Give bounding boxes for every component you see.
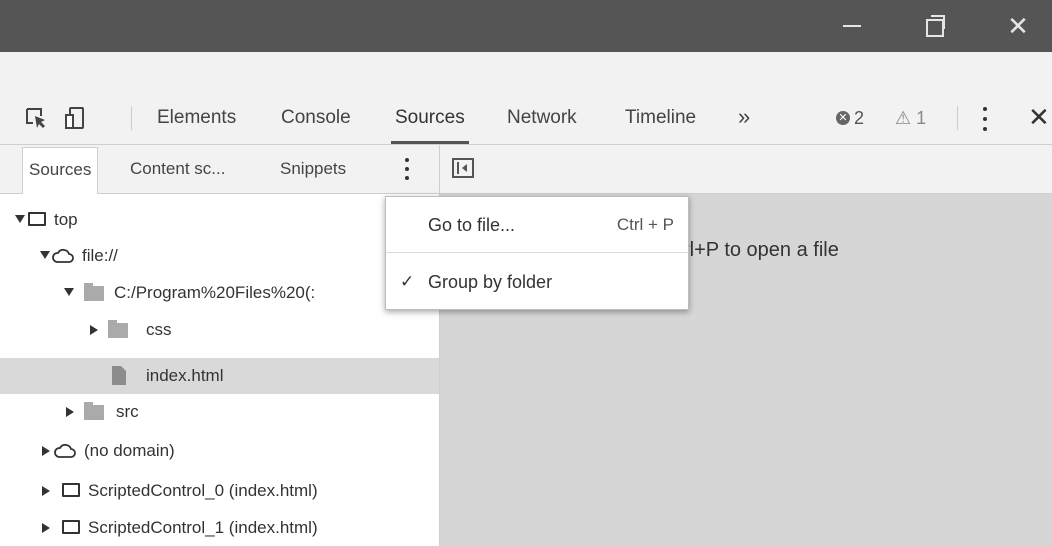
expand-right-icon[interactable] bbox=[42, 523, 50, 533]
open-file-hint: rl+P to open a file bbox=[683, 239, 839, 261]
tree-row-src-folder[interactable]: src bbox=[0, 394, 439, 430]
warning-counter[interactable]: ⚠ 1 bbox=[895, 92, 926, 144]
tree-row-label: ScriptedControl_0 (index.html) bbox=[88, 481, 318, 500]
devtools-tab-bar: Elements Console Sources Network Timelin… bbox=[0, 92, 1052, 145]
expand-right-icon[interactable] bbox=[42, 446, 50, 456]
minimize-icon bbox=[843, 25, 861, 27]
tree-row-program-files-folder[interactable]: C:/Program%20Files%20(: bbox=[0, 275, 439, 311]
tree-row-label: css bbox=[146, 320, 172, 339]
frame-icon bbox=[62, 483, 80, 497]
tree-row-file-origin[interactable]: file:// bbox=[0, 238, 439, 274]
tab-timeline[interactable]: Timeline bbox=[625, 92, 696, 144]
tree-row-label: file:// bbox=[82, 246, 118, 265]
frame-icon bbox=[62, 520, 80, 534]
subtab-snippets[interactable]: Snippets bbox=[280, 145, 346, 193]
tree-row-top[interactable]: top bbox=[0, 202, 439, 238]
toolbar-divider bbox=[131, 106, 132, 130]
restore-icon bbox=[926, 15, 945, 37]
toggle-navigator-icon[interactable] bbox=[452, 158, 474, 178]
tab-network[interactable]: Network bbox=[507, 92, 577, 144]
tree-row-label: (no domain) bbox=[84, 441, 175, 460]
tree-row-label: index.html bbox=[146, 366, 224, 385]
sources-navigator-tabs: Sources Content sc... Snippets bbox=[0, 145, 1052, 194]
devtools-menu-icon[interactable] bbox=[980, 104, 990, 134]
tree-row-no-domain[interactable]: (no domain) bbox=[0, 433, 439, 469]
warning-icon: ⚠ bbox=[895, 108, 912, 128]
folder-icon bbox=[84, 402, 104, 420]
tree-row-scriptedcontrol-0[interactable]: ScriptedControl_0 (index.html) bbox=[0, 473, 439, 509]
tree-row-scriptedcontrol-1[interactable]: ScriptedControl_1 (index.html) bbox=[0, 510, 439, 546]
cloud-icon bbox=[54, 443, 76, 458]
error-count: 2 bbox=[854, 108, 865, 128]
close-icon: ✕ bbox=[1007, 11, 1029, 41]
subtab-content-scripts[interactable]: Content sc... bbox=[130, 145, 225, 193]
tab-sources[interactable]: Sources bbox=[391, 92, 469, 144]
expand-right-icon[interactable] bbox=[42, 486, 50, 496]
window-title-bar: ✕ bbox=[0, 0, 1052, 52]
error-counter[interactable]: ✕ 2 bbox=[836, 92, 864, 144]
inspect-element-icon[interactable] bbox=[24, 106, 48, 130]
tree-row-label: C:/Program%20Files%20(: bbox=[114, 283, 316, 302]
expand-right-icon[interactable] bbox=[90, 325, 98, 335]
menu-item-go-to-file[interactable]: Go to file... Ctrl + P bbox=[386, 199, 688, 251]
cloud-icon bbox=[52, 248, 74, 263]
error-icon: ✕ bbox=[836, 111, 850, 125]
file-navigator: top file:// C:/Program%20Files%20(: css … bbox=[0, 194, 440, 546]
warning-count: 1 bbox=[916, 108, 927, 128]
tree-row-label: src bbox=[116, 402, 139, 421]
navigator-divider bbox=[439, 145, 440, 193]
folder-icon bbox=[108, 320, 128, 338]
tree-row-index-html[interactable]: index.html bbox=[0, 358, 439, 394]
expand-right-icon[interactable] bbox=[66, 407, 74, 417]
restore-button[interactable] bbox=[905, 0, 965, 52]
tab-elements[interactable]: Elements bbox=[157, 92, 236, 144]
window-close-button[interactable]: ✕ bbox=[988, 0, 1048, 52]
frame-icon bbox=[28, 212, 46, 226]
menu-item-shortcut: Ctrl + P bbox=[616, 215, 674, 234]
tree-row-css-folder[interactable]: css bbox=[0, 312, 439, 348]
tab-console[interactable]: Console bbox=[281, 92, 351, 144]
devtools-close-button[interactable]: ✕ bbox=[1028, 92, 1050, 144]
expand-down-icon[interactable] bbox=[40, 251, 50, 259]
tree-row-label: ScriptedControl_1 (index.html) bbox=[88, 518, 318, 537]
more-tabs-button[interactable]: » bbox=[738, 92, 750, 144]
tree-row-label: top bbox=[54, 210, 78, 229]
folder-icon bbox=[84, 283, 104, 301]
navigator-context-menu: Go to file... Ctrl + P ✓ Group by folder bbox=[385, 196, 689, 310]
window-blank-strip bbox=[0, 52, 1052, 92]
checkmark-icon: ✓ bbox=[400, 272, 415, 291]
menu-item-label: Go to file... bbox=[428, 215, 516, 235]
menu-item-label: Group by folder bbox=[428, 272, 553, 292]
toolbar-divider bbox=[957, 106, 958, 130]
menu-item-group-by-folder[interactable]: ✓ Group by folder bbox=[386, 256, 688, 308]
subtab-sources[interactable]: Sources bbox=[22, 147, 99, 194]
device-toolbar-icon[interactable] bbox=[63, 106, 87, 130]
menu-separator bbox=[386, 252, 688, 253]
navigator-menu-icon[interactable] bbox=[402, 156, 412, 182]
file-icon bbox=[112, 366, 126, 385]
minimize-button[interactable] bbox=[822, 0, 882, 52]
expand-down-icon[interactable] bbox=[64, 288, 74, 296]
expand-down-icon[interactable] bbox=[15, 215, 25, 223]
